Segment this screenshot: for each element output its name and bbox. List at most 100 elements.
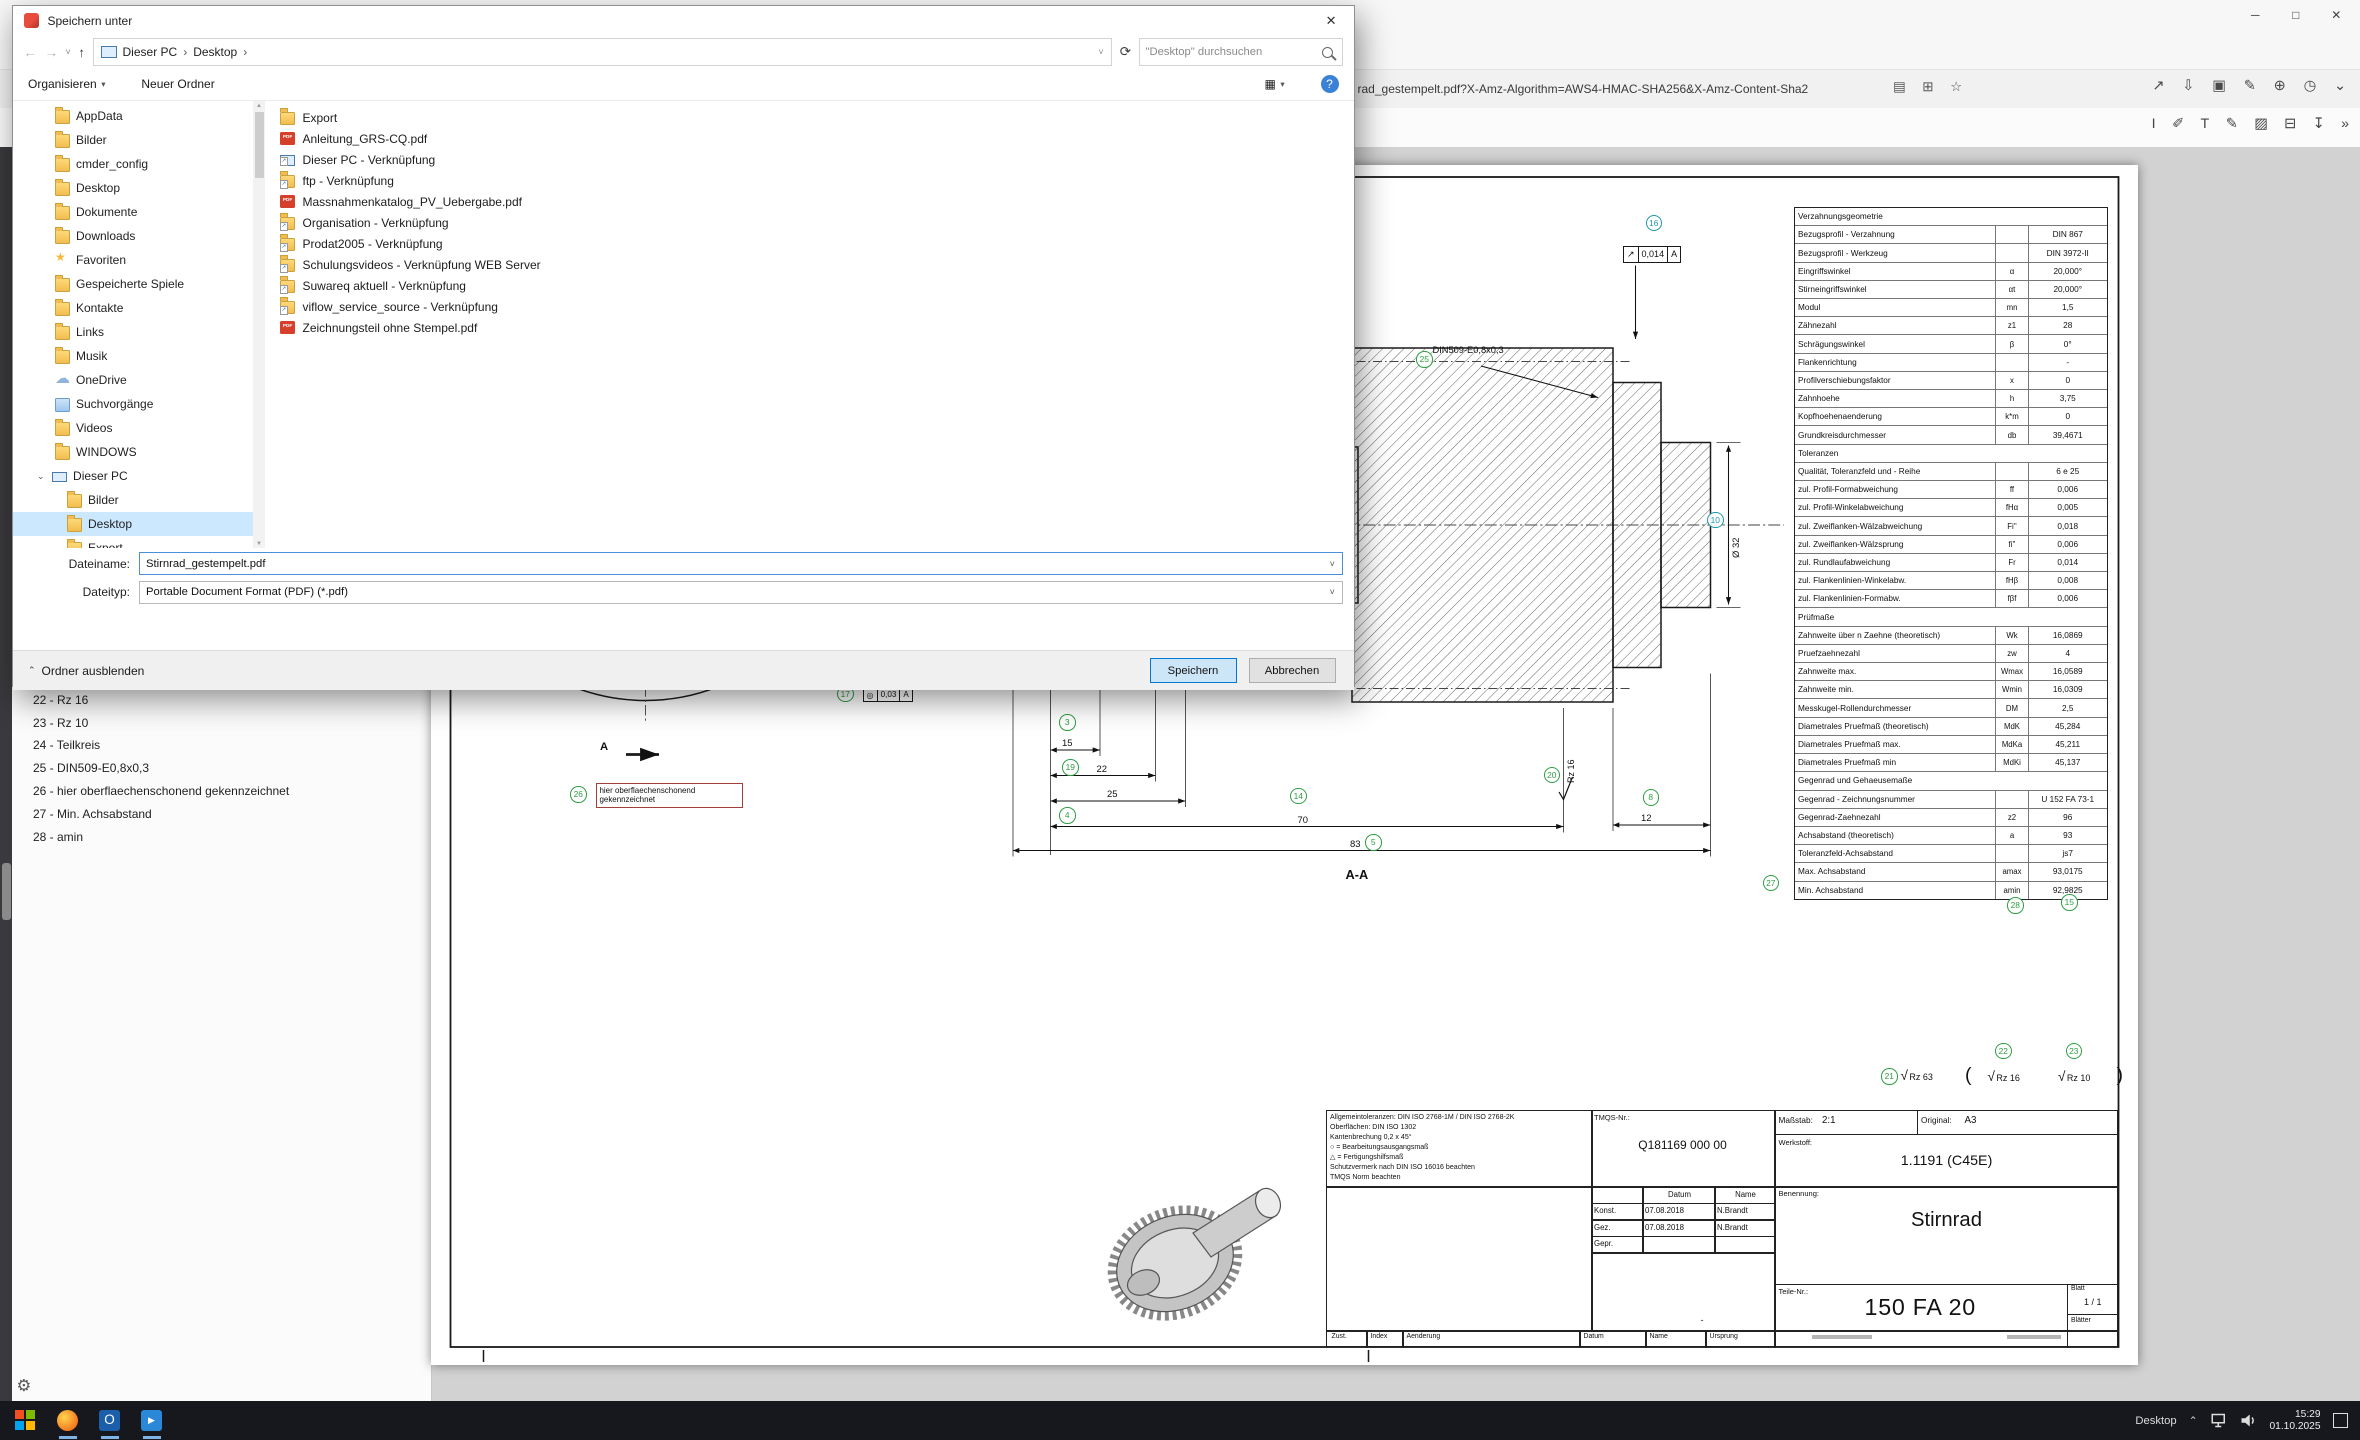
file-item[interactable]: Organisation - Verknüpfung: [280, 212, 1348, 233]
tree-item[interactable]: Links: [13, 320, 253, 344]
stamp-list-item[interactable]: 22 - Rz 16: [33, 689, 311, 712]
translate-icon[interactable]: ⊞: [1922, 79, 1933, 95]
new-folder-button[interactable]: Neuer Ordner: [141, 77, 214, 91]
file-item[interactable]: viflow_service_source - Verknüpfung: [280, 296, 1348, 317]
select-tool-icon[interactable]: I: [2152, 116, 2156, 132]
search-box[interactable]: "Desktop" durchsuchen: [1139, 38, 1344, 66]
stamp-callout[interactable]: 28: [2007, 897, 2024, 914]
taskbar-clock[interactable]: 15:29 01.10.2025: [2270, 1409, 2321, 1433]
file-item[interactable]: Schulungsvideos - Verknüpfung WEB Server: [280, 254, 1348, 275]
stamp-callout[interactable]: 22: [1995, 1043, 2012, 1060]
tree-item[interactable]: Dokumente: [13, 200, 253, 224]
file-item[interactable]: Anleitung_GRS-CQ.pdf: [280, 128, 1348, 149]
filetype-dropdown-icon[interactable]: ˅: [1323, 587, 1343, 597]
desktop-toolbar-label[interactable]: Desktop: [2135, 1415, 2176, 1427]
stamp-callout[interactable]: 3: [1059, 714, 1076, 731]
tree-scrollbar[interactable]: ▲▼: [253, 101, 265, 548]
tree-item[interactable]: Desktop: [13, 176, 253, 200]
scroll-down-icon[interactable]: ▼: [256, 541, 262, 547]
more-tools-icon[interactable]: »: [2341, 116, 2349, 132]
tree-item[interactable]: Kontakte: [13, 296, 253, 320]
tree-item[interactable]: WINDOWS: [13, 440, 253, 464]
stamp-callout[interactable]: 10: [1707, 512, 1724, 529]
stamp-callout[interactable]: 5: [1365, 834, 1382, 851]
settings-gear-icon[interactable]: ⚙: [17, 1376, 32, 1396]
stamp-callout[interactable]: 19: [1062, 759, 1079, 776]
tree-item[interactable]: Downloads: [13, 224, 253, 248]
collapse-icon[interactable]: ⌄: [2334, 78, 2346, 94]
stamp-callout[interactable]: 20: [1544, 767, 1561, 784]
window-close-button[interactable]: ✕: [2316, 0, 2357, 30]
tree-item[interactable]: OneDrive: [13, 368, 253, 392]
file-item[interactable]: ftp - Verknüpfung: [280, 170, 1348, 191]
tree-item[interactable]: cmder_config: [13, 152, 253, 176]
file-item[interactable]: Zeichnungsteil ohne Stempel.pdf: [280, 317, 1348, 338]
stamp-callout[interactable]: 26: [570, 786, 587, 803]
stamp-callout[interactable]: 14: [1290, 788, 1307, 805]
stamp-callout[interactable]: 25: [1416, 351, 1433, 368]
history-icon[interactable]: ◷: [2304, 78, 2316, 94]
annotate-icon[interactable]: ✎: [2244, 78, 2256, 94]
stamp-callout[interactable]: 21: [1881, 1068, 1898, 1085]
tree-item[interactable]: AppData: [13, 104, 253, 128]
up-button[interactable]: ↑: [78, 45, 85, 60]
maximize-button[interactable]: □: [2276, 0, 2317, 30]
hide-folders-link[interactable]: ⌃Ordner ausblenden: [13, 664, 144, 678]
start-button[interactable]: [15, 1410, 36, 1431]
tree-item[interactable]: Favoriten: [13, 248, 253, 272]
stamp-callout[interactable]: 8: [1643, 789, 1660, 806]
help-button[interactable]: ?: [1321, 75, 1339, 93]
stamp-callout[interactable]: 27: [1763, 875, 1780, 892]
tree-item[interactable]: Dieser PC: [13, 464, 253, 488]
breadcrumb-chevron-icon[interactable]: ›: [243, 45, 247, 59]
print-icon[interactable]: ⊟: [2284, 116, 2296, 132]
minimize-button[interactable]: ─: [2235, 0, 2276, 30]
address-bar[interactable]: Dieser PC › Desktop › ˅: [93, 38, 1113, 66]
image-tool-icon[interactable]: ▨: [2254, 116, 2267, 132]
file-item[interactable]: Prodat2005 - Verknüpfung: [280, 233, 1348, 254]
organize-button[interactable]: Organisieren▾: [28, 77, 105, 91]
volume-icon[interactable]: [2240, 1413, 2258, 1428]
stamp-list-item[interactable]: 28 - amin: [33, 825, 311, 848]
breadcrumb-item[interactable]: Desktop: [193, 45, 237, 59]
back-button[interactable]: ←: [24, 45, 38, 60]
export-icon[interactable]: ↧: [2313, 116, 2325, 132]
save-icon[interactable]: ▣: [2212, 78, 2225, 94]
tree-item[interactable]: Videos: [13, 416, 253, 440]
hidden-icons-caret[interactable]: ⌃: [2189, 1415, 2198, 1427]
tree-item[interactable]: Suchvorgänge: [13, 392, 253, 416]
stamp-callout[interactable]: 23: [2066, 1043, 2083, 1060]
cancel-button[interactable]: Abbrechen: [1249, 658, 1336, 684]
breadcrumb-chevron-icon[interactable]: ›: [183, 45, 187, 59]
stamp-callout[interactable]: 15: [2061, 894, 2078, 911]
draw-tool-icon[interactable]: ✎: [2226, 116, 2238, 132]
stamp-list-item[interactable]: 27 - Min. Achsabstand: [33, 802, 311, 825]
action-center-icon[interactable]: [2333, 1413, 2348, 1428]
dialog-close-button[interactable]: ✕: [1309, 6, 1354, 36]
tree-item[interactable]: Desktop: [13, 512, 253, 536]
search-icon[interactable]: [1322, 47, 1333, 58]
surface-note-stamp[interactable]: hier oberflaechenschonend gekennzeichnet: [596, 783, 743, 808]
stamp-list-item[interactable]: 25 - DIN509-E0,8x0,3: [33, 757, 311, 780]
taskbar-media-icon[interactable]: [141, 1410, 162, 1431]
highlighter-tool-icon[interactable]: ✐: [2172, 116, 2184, 132]
scrollbar-thumb[interactable]: [255, 112, 264, 178]
save-button[interactable]: Speichern: [1150, 658, 1237, 684]
filename-dropdown-icon[interactable]: ˅: [1323, 559, 1343, 569]
stamp-list-item[interactable]: 24 - Teilkreis: [33, 734, 311, 757]
network-icon[interactable]: [2210, 1413, 2228, 1428]
breadcrumb-item[interactable]: Dieser PC: [123, 45, 178, 59]
filetype-select[interactable]: Portable Document Format (PDF) (*.pdf) ˅: [139, 581, 1343, 604]
download-icon[interactable]: ⇩: [2182, 78, 2194, 94]
stamp-callout[interactable]: 16: [1646, 215, 1663, 232]
reader-mode-icon[interactable]: ▤: [1893, 79, 1906, 95]
tree-item[interactable]: Gespeicherte Spiele: [13, 272, 253, 296]
share-icon[interactable]: ↗: [2152, 78, 2164, 94]
address-dropdown-icon[interactable]: ˅: [1098, 47, 1103, 57]
forward-button[interactable]: →: [45, 45, 59, 60]
stamp-list-item[interactable]: 23 - Rz 10: [33, 711, 311, 734]
file-item[interactable]: Dieser PC - Verknüpfung: [280, 149, 1348, 170]
stamp-callout[interactable]: 4: [1059, 807, 1076, 824]
tree-item[interactable]: Musik: [13, 344, 253, 368]
side-rail-handle[interactable]: [2, 863, 11, 920]
